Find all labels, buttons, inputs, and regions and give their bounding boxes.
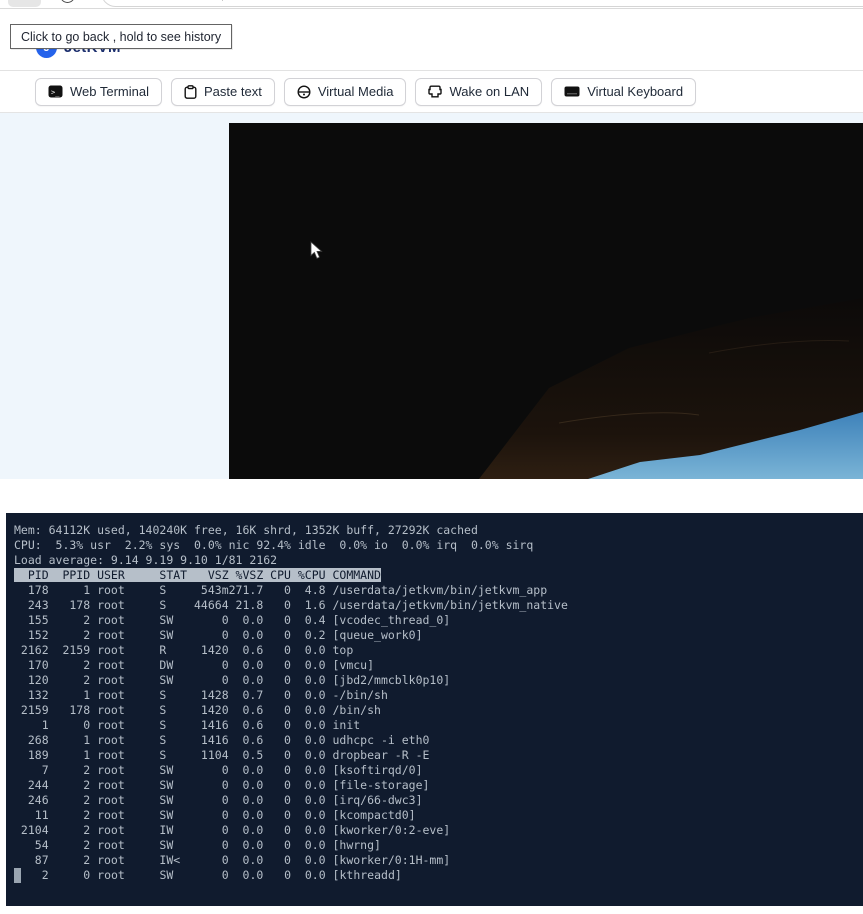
web-terminal-button[interactable]: >_ Web Terminal xyxy=(35,77,162,106)
disc-icon xyxy=(297,84,311,99)
virtual-keyboard-button[interactable]: Virtual Keyboard xyxy=(551,77,697,106)
paste-text-label: Paste text xyxy=(204,84,262,99)
virtual-media-label: Virtual Media xyxy=(317,84,394,99)
process-row: 155 2 root SW 0 0.0 0 0.4 [vcodec_thread… xyxy=(14,613,451,627)
terminal-panel[interactable]: Mem: 64112K used, 140240K free, 16K shrd… xyxy=(6,513,863,906)
ethernet-plug-icon xyxy=(428,85,443,98)
process-row: 54 2 root SW 0 0.0 0 0.0 [hwrng] xyxy=(14,838,381,852)
process-row: 2162 2159 root R 1420 0.6 0 0.0 top xyxy=(14,643,354,657)
svg-text:>_: >_ xyxy=(51,89,60,97)
wake-on-lan-label: Wake on LAN xyxy=(449,84,530,99)
mouse-pointer-icon xyxy=(310,241,323,259)
paste-text-button[interactable]: Paste text xyxy=(171,77,275,106)
mem-line: Mem: 64112K used, 140240K free, 16K shrd… xyxy=(14,523,478,537)
process-row: 132 1 root S 1428 0.7 0 0.0 -/bin/sh xyxy=(14,688,388,702)
process-row: 87 2 root IW< 0 0.0 0 0.0 [kworker/0:1H-… xyxy=(14,853,451,867)
video-scene xyxy=(229,123,863,479)
clipboard-icon xyxy=(184,84,197,99)
process-row: 268 1 root S 1416 0.6 0 0.0 udhcpc -i et… xyxy=(14,733,430,747)
process-row: 2159 178 root S 1420 0.6 0 0.0 /bin/sh xyxy=(14,703,381,717)
terminal-icon: >_ xyxy=(48,85,63,98)
wake-on-lan-button[interactable]: Wake on LAN xyxy=(415,77,543,106)
terminal-cursor xyxy=(14,868,21,883)
process-table-header: PID PPID USER STAT VSZ %VSZ CPU %CPU COM… xyxy=(14,568,381,582)
cpu-line: CPU: 5.3% usr 2.2% sys 0.0% nic 92.4% id… xyxy=(14,538,534,552)
process-row: 2 0 root SW 0 0.0 0 0.0 [kthreadd] xyxy=(14,868,863,883)
process-row: 11 2 root SW 0 0.0 0 0.0 [kcompactd0] xyxy=(14,808,416,822)
process-row: 189 1 root S 1104 0.5 0 0.0 dropbear -R … xyxy=(14,748,430,762)
jetkvm-page: ‹ Not secure 10.0.0.38 J JetKVM Click to… xyxy=(0,0,863,914)
address-bar-divider xyxy=(221,0,223,1)
process-row: 2104 2 root IW 0 0.0 0 0.0 [kworker/0:2-… xyxy=(14,823,451,837)
process-row: 244 2 root SW 0 0.0 0 0.0 [file-storage] xyxy=(14,778,430,792)
process-row: 246 2 root SW 0 0.0 0 0.0 [irq/66-dwc3] xyxy=(14,793,423,807)
remote-video-feed[interactable] xyxy=(229,123,863,479)
virtual-media-button[interactable]: Virtual Media xyxy=(283,77,407,106)
keyboard-icon xyxy=(564,86,580,97)
browser-toolbar: ‹ Not secure 10.0.0.38 xyxy=(0,0,863,9)
action-toolbar: >_ Web Terminal Paste text Virtual Media… xyxy=(0,71,863,113)
process-row: 243 178 root S 44664 21.8 0 1.6 /userdat… xyxy=(14,598,568,612)
process-row: 152 2 root SW 0 0.0 0 0.2 [queue_work0] xyxy=(14,628,423,642)
back-tooltip: Click to go back , hold to see history xyxy=(10,24,233,49)
video-section xyxy=(0,113,863,479)
process-row: 120 2 root SW 0 0.0 0 0.0 [jbd2/mmcblk0p… xyxy=(14,673,451,687)
web-terminal-label: Web Terminal xyxy=(70,84,149,99)
reload-icon[interactable] xyxy=(60,0,75,3)
process-table-rows: 178 1 root S 543m271.7 0 4.8 /userdata/j… xyxy=(14,583,863,883)
process-row: 178 1 root S 543m271.7 0 4.8 /userdata/j… xyxy=(14,583,548,597)
load-average-line: Load average: 9.14 9.19 9.10 1/81 2162 xyxy=(14,553,278,567)
process-row: 1 0 root S 1416 0.6 0 0.0 init xyxy=(14,718,361,732)
process-row: 170 2 root DW 0 0.0 0 0.0 [vmcu] xyxy=(14,658,375,672)
process-row: 7 2 root SW 0 0.0 0 0.0 [ksoftirqd/0] xyxy=(14,763,423,777)
back-arrow-icon[interactable]: ‹ xyxy=(16,0,32,4)
address-bar[interactable]: Not secure 10.0.0.38 xyxy=(101,0,863,7)
virtual-keyboard-label: Virtual Keyboard xyxy=(587,84,684,99)
